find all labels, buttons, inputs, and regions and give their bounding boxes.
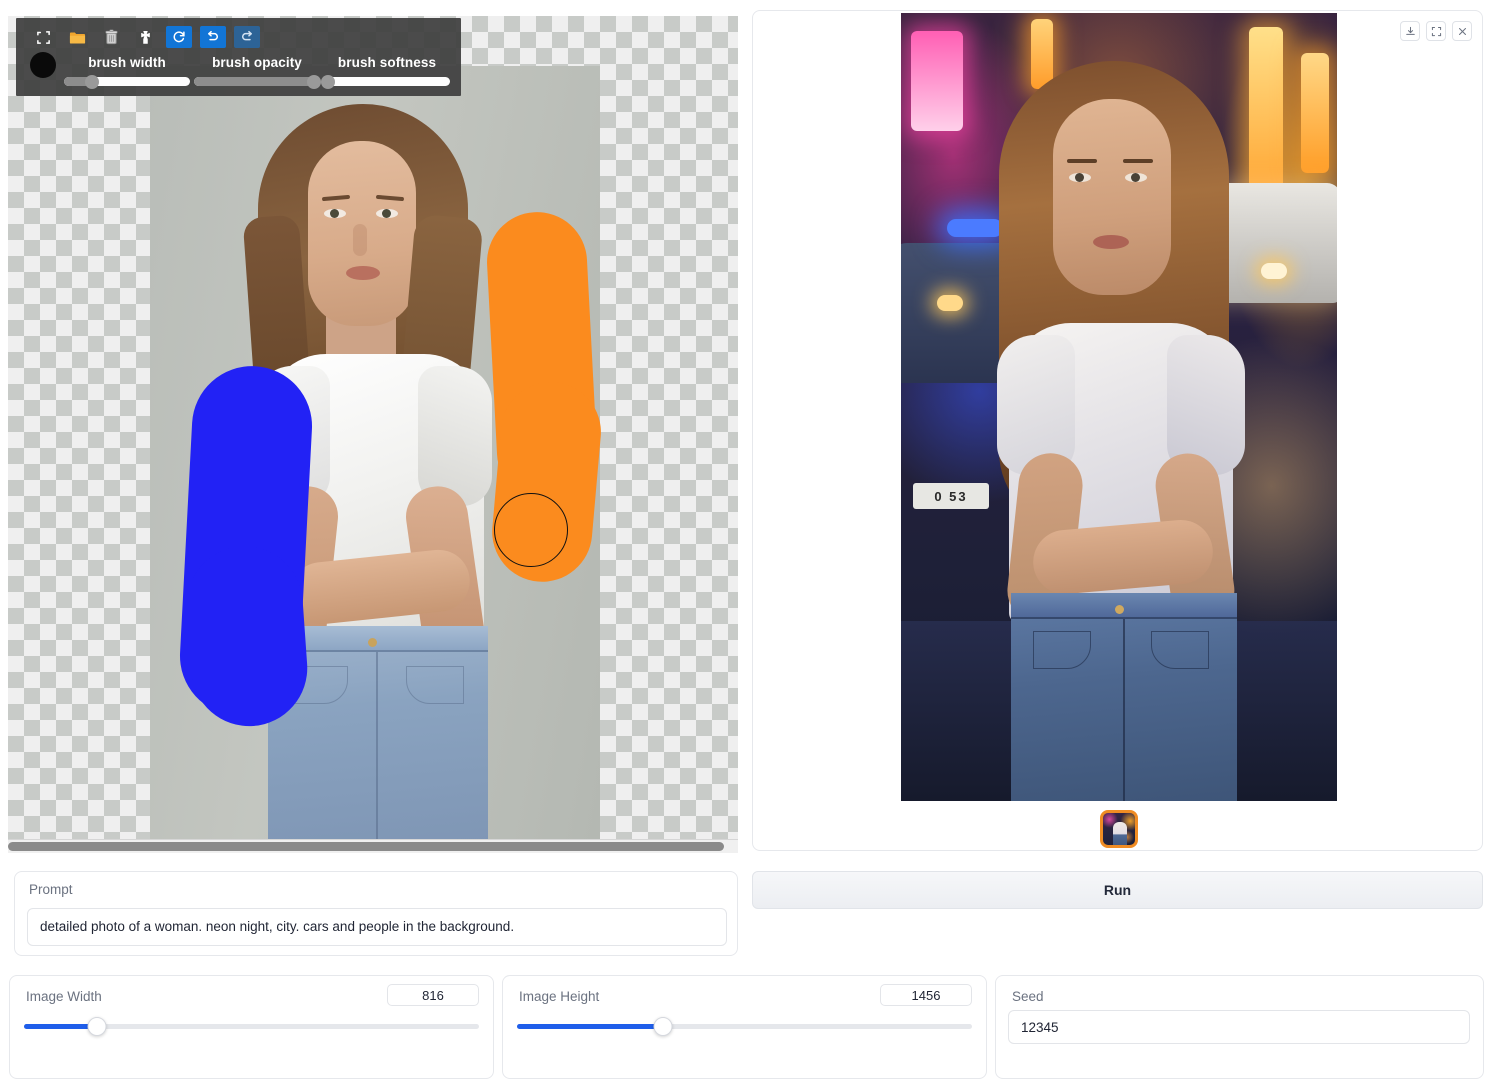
subject-pocket-right — [406, 666, 464, 704]
subject-pupil-left — [330, 209, 339, 218]
brush-cursor — [494, 493, 568, 567]
brush-opacity-label: brush opacity — [194, 55, 320, 70]
image-inpainting-app: brush width brush opacity brush softness — [0, 0, 1491, 1079]
gen-subject-jeans-button — [1115, 605, 1124, 614]
paint-editor-panel: brush width brush opacity brush softness — [8, 8, 738, 853]
brush-width-slider[interactable] — [64, 77, 190, 86]
run-button[interactable]: Run — [752, 871, 1483, 909]
trash-icon[interactable] — [98, 26, 124, 48]
brush-opacity-fill — [194, 77, 314, 86]
brush-slider-row: brush width brush opacity brush softness — [30, 52, 455, 86]
seed-input[interactable] — [1008, 1010, 1470, 1044]
brush-opacity-group: brush opacity — [194, 55, 320, 86]
image-width-value[interactable]: 816 — [387, 984, 479, 1006]
seed-card: Seed — [995, 975, 1484, 1079]
paint-tool-row — [30, 26, 260, 48]
download-icon[interactable] — [1400, 21, 1420, 41]
brush-softness-label: brush softness — [324, 55, 450, 70]
prompt-label: Prompt — [29, 882, 73, 897]
subject-lips — [346, 266, 380, 280]
gen-subject-eyebrow-left — [1067, 159, 1097, 163]
brush-width-knob[interactable] — [85, 75, 99, 89]
brush-softness-slider[interactable] — [324, 77, 450, 86]
brush-opacity-slider[interactable] — [194, 77, 320, 86]
image-height-knob[interactable] — [653, 1017, 672, 1036]
image-height-slider[interactable] — [517, 1024, 972, 1029]
image-width-slider[interactable] — [24, 1024, 479, 1029]
brush-width-label: brush width — [64, 55, 190, 70]
brush-opacity-knob[interactable] — [307, 75, 321, 89]
subject-jeans-button — [368, 638, 377, 647]
subject-sleeve-right — [418, 366, 492, 506]
gen-subject-eyebrow-right — [1123, 159, 1153, 163]
output-action-buttons — [1400, 21, 1472, 41]
image-height-label: Image Height — [519, 989, 599, 1004]
mask-stroke-orange — [484, 210, 599, 505]
redo-icon[interactable] — [234, 26, 260, 48]
brush-color-swatch[interactable] — [30, 52, 56, 78]
gen-subject-jeans-seam — [1123, 619, 1125, 801]
image-height-card: Image Height 1456 — [502, 975, 987, 1079]
undo-icon[interactable] — [200, 26, 226, 48]
canvas-scrollbar-thumb[interactable] — [8, 842, 724, 851]
prompt-input[interactable] — [27, 908, 727, 946]
subject-pupil-right — [382, 209, 391, 218]
image-width-card: Image Width 816 — [9, 975, 494, 1079]
generated-subject — [901, 13, 1337, 801]
fullscreen-icon[interactable] — [30, 26, 56, 48]
result-gallery — [753, 806, 1483, 851]
mask-stroke-blue — [177, 363, 315, 719]
close-icon[interactable] — [1452, 21, 1472, 41]
brush-width-group: brush width — [64, 55, 190, 86]
image-height-fill — [517, 1024, 663, 1029]
subject-jeans-seam — [376, 652, 378, 851]
brush-softness-group: brush softness — [324, 55, 450, 86]
paint-toolbar: brush width brush opacity brush softness — [16, 18, 461, 96]
gen-subject-pocket-right — [1151, 631, 1209, 669]
image-width-label: Image Width — [26, 989, 102, 1004]
brush-softness-knob[interactable] — [321, 75, 335, 89]
canvas-horizontal-scrollbar[interactable] — [8, 839, 738, 853]
image-width-fill — [24, 1024, 97, 1029]
gen-subject-lips — [1093, 235, 1129, 249]
reset-icon[interactable] — [166, 26, 192, 48]
generated-image[interactable]: 0 53 — [901, 13, 1337, 801]
folder-open-icon[interactable] — [64, 26, 90, 48]
fullscreen-icon[interactable] — [1426, 21, 1446, 41]
gen-subject-sleeve-left — [997, 335, 1075, 475]
result-thumbnail-1[interactable] — [1100, 810, 1138, 848]
subject-nose — [353, 224, 367, 256]
gen-subject-pupil-left — [1075, 173, 1084, 182]
prompt-box: Prompt — [14, 871, 738, 956]
output-panel: 0 53 — [752, 10, 1483, 851]
seed-label: Seed — [1012, 989, 1044, 1004]
gen-subject-pocket-left — [1033, 631, 1091, 669]
gen-subject-face — [1053, 99, 1171, 295]
gen-subject-jeans-waistband — [1011, 593, 1237, 619]
gen-subject-pupil-right — [1131, 173, 1140, 182]
thumbnail-subject — [1113, 822, 1127, 848]
image-width-knob[interactable] — [87, 1017, 106, 1036]
image-height-value[interactable]: 1456 — [880, 984, 972, 1006]
paint-canvas[interactable] — [8, 16, 738, 841]
brush-icon[interactable] — [132, 26, 158, 48]
